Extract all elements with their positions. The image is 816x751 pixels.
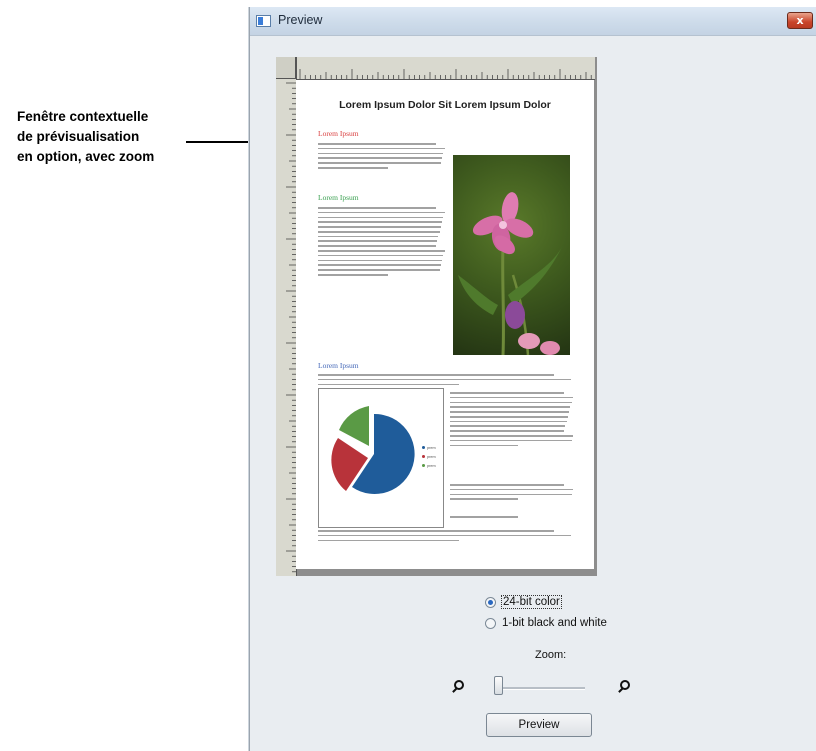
- greeked-text-line: [318, 152, 444, 155]
- document-text-block-6: [450, 516, 574, 521]
- greeked-text-line: [318, 539, 459, 542]
- legend-label-3: prem: [427, 463, 436, 468]
- document-heading-3: Lorem Ipsum: [318, 361, 359, 370]
- greeked-text-line: [450, 444, 519, 447]
- greeked-text-line: [450, 415, 568, 418]
- greeked-text-line: [450, 401, 572, 404]
- annotation-line-2: de prévisualisation: [17, 129, 140, 144]
- ruler-horizontal: [296, 57, 595, 80]
- annotation-line-1: Fenêtre contextuelle: [17, 109, 149, 124]
- greeked-text-line: [318, 211, 445, 214]
- greeked-text-line: [318, 530, 554, 532]
- ruler-horizontal-ticks: [299, 69, 592, 79]
- legend-swatch-green: [422, 464, 425, 467]
- greeked-text-line: [450, 392, 565, 394]
- document-heading-2: Lorem Ipsum: [318, 193, 359, 202]
- document-title: Lorem Ipsum Dolor Sit Lorem Ipsum Dolor: [339, 99, 551, 111]
- flower-photo: [453, 155, 570, 355]
- flower-image: [458, 192, 563, 355]
- greeked-text-line: [318, 226, 441, 228]
- zoom-slider-track[interactable]: [497, 687, 585, 690]
- pie-slice-green: [339, 406, 369, 446]
- greeked-text-line: [318, 221, 443, 223]
- legend-label-2: prem: [427, 454, 436, 459]
- legend-swatch-red: [422, 455, 425, 458]
- window-titlebar[interactable]: Preview x: [250, 7, 816, 36]
- greeked-text-line: [450, 411, 570, 413]
- greeked-text-line: [450, 435, 573, 437]
- pie-chart-legend: prem prem prem: [422, 443, 436, 470]
- radio-24bit-color[interactable]: 24-bit color: [485, 595, 562, 609]
- preview-page: Lorem Ipsum Dolor Sit Lorem Ipsum Dolor …: [296, 80, 594, 569]
- document-text-block-5: [450, 484, 574, 503]
- document-text-block-1: [318, 143, 446, 172]
- greeked-text-line: [450, 516, 519, 518]
- radio-1bit-indicator[interactable]: [485, 617, 496, 629]
- greeked-text-line: [318, 216, 444, 219]
- radio-24bit-label[interactable]: 24-bit color: [501, 595, 562, 609]
- greeked-text-line: [318, 207, 436, 209]
- greeked-text-line: [318, 166, 389, 169]
- greeked-text-line: [318, 143, 436, 145]
- zoom-in-icon[interactable]: [620, 680, 630, 690]
- annotation-line-3: en option, avec zoom: [17, 149, 155, 164]
- greeked-text-line: [450, 498, 519, 500]
- preview-window: Preview x Lorem Ipsum Dolor Sit Lorem Ip…: [249, 7, 816, 751]
- greeked-text-line: [450, 439, 572, 442]
- zoom-slider-thumb[interactable]: [494, 676, 503, 695]
- greeked-text-line: [450, 420, 567, 423]
- greeked-text-line: [318, 259, 443, 262]
- legend-swatch-blue: [422, 446, 425, 449]
- radio-1bit-label[interactable]: 1-bit black and white: [502, 617, 607, 629]
- preview-button[interactable]: Preview: [486, 713, 592, 737]
- greeked-text-line: [318, 147, 445, 150]
- legend-item-2: prem: [422, 452, 436, 461]
- document-text-block-7: [318, 530, 574, 544]
- document-text-block-3: [318, 374, 574, 388]
- greeked-text-line: [450, 484, 565, 486]
- document-heading-1: Lorem Ipsum: [318, 129, 359, 138]
- greeked-text-line: [318, 245, 436, 247]
- zoom-out-icon[interactable]: [454, 680, 464, 690]
- greeked-text-line: [450, 493, 572, 496]
- radio-24bit-indicator[interactable]: [485, 596, 496, 608]
- document-text-block-4: [450, 392, 574, 449]
- ruler-corner: [276, 57, 296, 79]
- document-text-block-2: [318, 207, 446, 279]
- greeked-text-line: [318, 157, 443, 159]
- document-pie-chart: prem prem prem: [318, 388, 444, 528]
- greeked-text-line: [318, 230, 440, 233]
- greeked-text-line: [318, 269, 440, 271]
- greeked-text-line: [318, 273, 389, 276]
- greeked-text-line: [318, 235, 439, 238]
- zoom-label: Zoom:: [535, 649, 567, 661]
- greeked-text-line: [450, 406, 571, 408]
- greeked-text-line: [318, 374, 554, 376]
- ruler-vertical-ticks: [286, 82, 296, 573]
- window-title: Preview: [278, 13, 323, 27]
- legend-item-3: prem: [422, 461, 436, 470]
- ruler-vertical: [276, 57, 297, 576]
- close-button[interactable]: x: [787, 12, 813, 29]
- page-preview-area[interactable]: Lorem Ipsum Dolor Sit Lorem Ipsum Dolor …: [276, 57, 597, 576]
- greeked-text-line: [318, 383, 459, 386]
- greeked-text-line: [318, 250, 445, 252]
- greeked-text-line: [318, 378, 572, 381]
- greeked-text-line: [450, 425, 566, 428]
- legend-item-1: prem: [422, 443, 436, 452]
- greeked-text-line: [450, 488, 573, 491]
- greeked-text-line: [450, 430, 565, 432]
- greeked-text-line: [318, 534, 572, 537]
- greeked-text-line: [450, 396, 573, 399]
- annotation-callout: Fenêtre contextuelle de prévisualisation…: [17, 107, 197, 167]
- greeked-text-line: [318, 264, 441, 266]
- radio-1bit-bw[interactable]: 1-bit black and white: [485, 617, 607, 629]
- greeked-text-line: [318, 254, 444, 257]
- greeked-text-line: [318, 162, 441, 164]
- legend-label-1: prem: [427, 445, 436, 450]
- window-app-icon: [256, 15, 271, 27]
- greeked-text-line: [318, 240, 438, 243]
